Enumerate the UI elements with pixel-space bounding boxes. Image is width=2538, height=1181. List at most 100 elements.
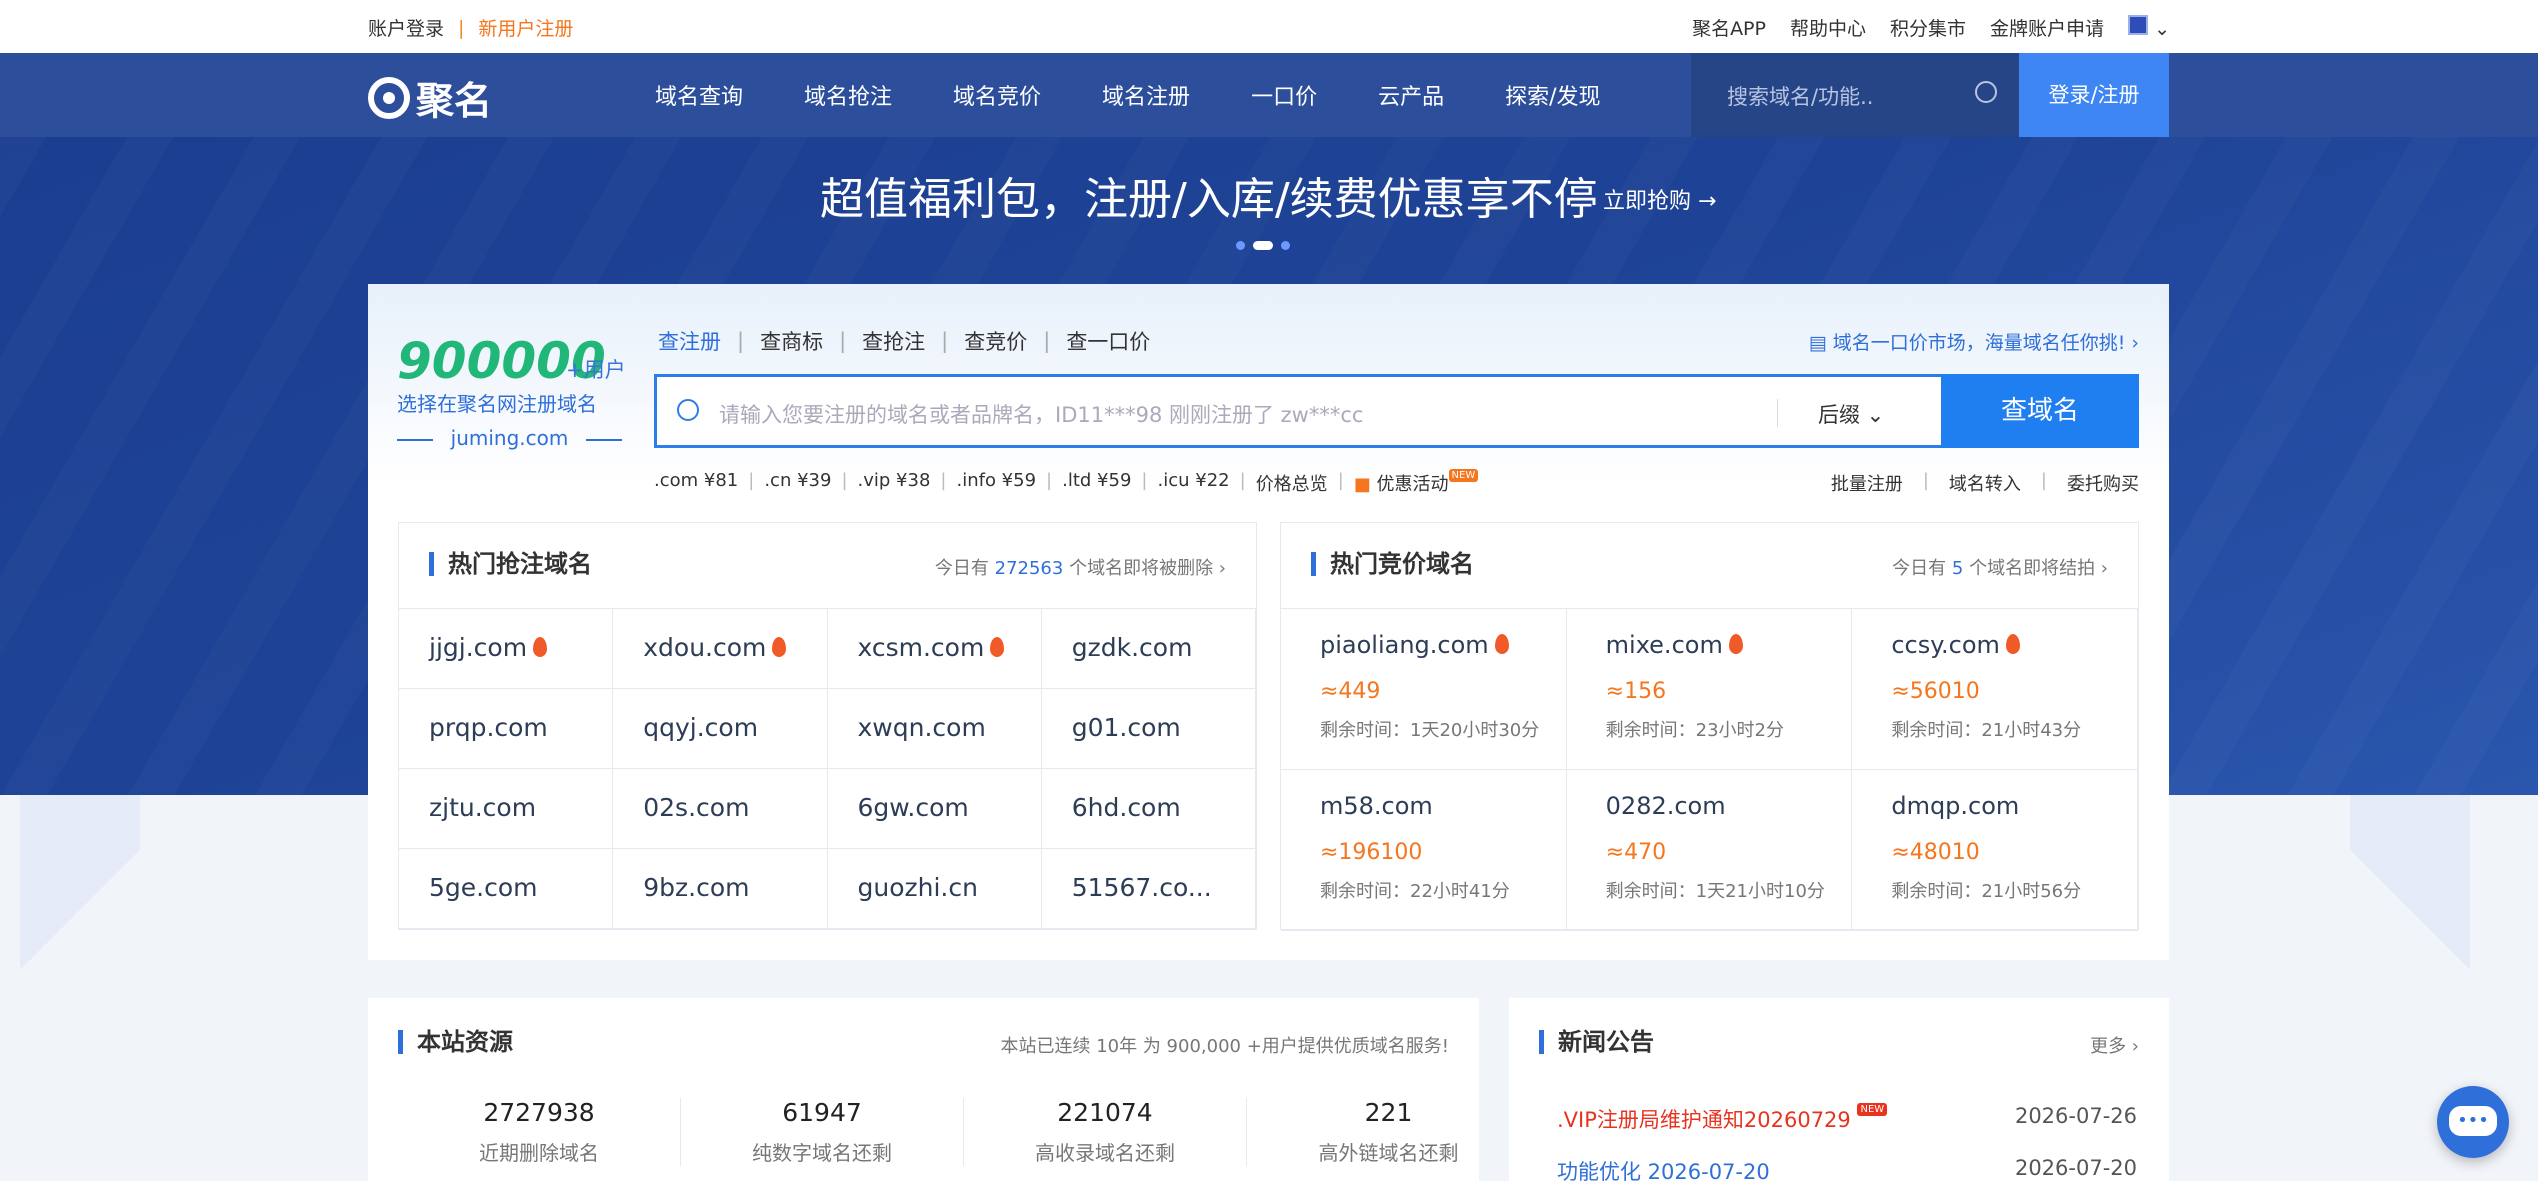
logo[interactable]: 聚名 — [368, 70, 492, 125]
banner-title[interactable]: 超值福利包，注册/入库/续费优惠享不停 — [820, 163, 1598, 227]
suffix-select[interactable]: 后缀 ⌄ — [1777, 399, 1884, 427]
search-icon — [677, 399, 699, 421]
price-cn[interactable]: .cn ¥39 — [764, 470, 831, 496]
app-link[interactable]: 聚名APP — [1692, 14, 1766, 41]
carousel-dot-active[interactable] — [1253, 241, 1273, 250]
domain-search-input[interactable]: 请输入您要注册的域名或者品牌名，ID11***98 刚刚注册了 zw***cc … — [654, 374, 2139, 448]
divider: | — [458, 16, 465, 39]
tab-register[interactable]: 查注册 — [658, 326, 721, 356]
snap-domain[interactable]: 02s.com — [613, 769, 828, 849]
snap-domain[interactable]: qqyj.com — [613, 689, 828, 769]
hot-bid-more[interactable]: 今日有 5 个域名即将结拍 › — [1892, 554, 2108, 580]
snap-domain[interactable]: jjgj.com — [399, 609, 614, 689]
nav-domain-bid[interactable]: 域名竞价 — [953, 79, 1041, 111]
account-login-link[interactable]: 账户登录 — [368, 14, 444, 41]
snap-domain[interactable]: zjtu.com — [399, 769, 614, 849]
price-list: .com ¥81 | .cn ¥39 | .vip ¥38 | .info ¥59 | … — [654, 469, 1479, 496]
gold-account-link[interactable]: 金牌账户申请 — [1990, 14, 2104, 41]
snap-domain[interactable]: g01.com — [1041, 689, 1256, 769]
new-badge: NEW — [1448, 469, 1479, 482]
logo-icon — [368, 76, 410, 119]
nav-fixed-price[interactable]: 一口价 — [1251, 79, 1317, 111]
price-ltd[interactable]: .ltd ¥59 — [1062, 470, 1131, 496]
carousel-dot[interactable] — [1281, 241, 1290, 250]
snap-domain[interactable]: 9bz.com — [613, 849, 828, 929]
register-link[interactable]: 新用户注册 — [478, 14, 573, 41]
market-promo-link[interactable]: ▤ 域名一口价市场，海量域名任你挑! › — [1809, 328, 2139, 355]
price-info[interactable]: .info ¥59 — [956, 470, 1036, 496]
site-url: juming.com — [397, 426, 622, 450]
decor-chevron — [20, 795, 140, 1025]
chat-icon[interactable] — [2437, 1086, 2509, 1158]
tab-bid[interactable]: 查竞价 — [964, 326, 1027, 356]
resources-note: 本站已连续 10年 为 900,000 +用户提供优质域名服务! — [1000, 1036, 1449, 1057]
user-count-suffix: +用户 — [566, 358, 626, 382]
bulk-register-link[interactable]: 批量注册 — [1831, 470, 1903, 496]
hot-bid-title: 热门竞价域名 — [1311, 552, 1474, 576]
fire-icon — [533, 637, 548, 657]
nav-search-input[interactable]: 搜索域名/功能.. — [1691, 53, 2019, 137]
nav-cloud[interactable]: 云产品 — [1378, 79, 1444, 111]
snap-domain[interactable]: prqp.com — [399, 689, 614, 769]
snap-domain[interactable]: xcsm.com — [827, 609, 1042, 689]
news-more-link[interactable]: 更多 › — [2090, 1032, 2139, 1058]
search-tabs: 查注册 | 查商标 | 查抢注 | 查竞价 | 查一口价 — [658, 326, 1166, 356]
snap-domain[interactable]: xwqn.com — [827, 689, 1042, 769]
bid-item[interactable]: mixe.com ≈156 剩余时间：23小时2分 — [1566, 609, 1853, 770]
login-register-button[interactable]: 登录/注册 — [2019, 53, 2169, 137]
nav-explore[interactable]: 探索/发现 — [1505, 79, 1600, 111]
stat-indexed[interactable]: 221074 高收录域名还剩 — [964, 1098, 1247, 1166]
document-icon: ▤ — [1808, 332, 1833, 354]
search-domain-button[interactable]: 查域名 — [1941, 374, 2139, 448]
carousel-dot[interactable] — [1236, 241, 1245, 250]
entrust-buy-link[interactable]: 委托购买 — [2067, 470, 2139, 496]
resources-title: 本站资源 — [398, 1030, 513, 1054]
snap-domain[interactable]: gzdk.com — [1041, 609, 1256, 689]
hot-bid-panel: 热门竞价域名 今日有 5 个域名即将结拍 › piaoliang.com ≈449… — [1280, 522, 2139, 931]
help-link[interactable]: 帮助中心 — [1790, 14, 1866, 41]
snap-domain[interactable]: xdou.com — [613, 609, 828, 689]
bid-item[interactable]: m58.com ≈196100 剩余时间：22小时41分 — [1281, 770, 1567, 931]
news-item[interactable]: 功能优化 2026-07-20 2026-07-20 — [1557, 1156, 2137, 1181]
bid-item[interactable]: 0282.com ≈470 剩余时间：1天21小时10分 — [1566, 770, 1853, 931]
search-card: 900000 +用户 选择在聚名网注册域名 juming.com 查注册 | 查商… — [368, 284, 2169, 960]
tab-fixed-price[interactable]: 查一口价 — [1066, 326, 1150, 356]
main-nav: 聚名 域名查询 域名抢注 域名竞价 域名注册 一口价 云产品 探索/发现 搜索域… — [0, 53, 2538, 137]
nav-search-placeholder: 搜索域名/功能.. — [1727, 85, 1874, 109]
nav-domain-register[interactable]: 域名注册 — [1102, 79, 1190, 111]
bid-item[interactable]: piaoliang.com ≈449 剩余时间：1天20小时30分 — [1281, 609, 1567, 770]
logo-text: 聚名 — [416, 79, 493, 123]
banner-buy-link[interactable]: 立即抢购 → — [1603, 183, 1716, 215]
fire-icon — [990, 637, 1005, 657]
bid-item[interactable]: ccsy.com ≈56010 剩余时间：21小时43分 — [1852, 609, 2138, 770]
news-item[interactable]: .VIP注册局维护通知20260729 NEW 2026-07-26 — [1557, 1103, 2137, 1134]
snap-domain[interactable]: 5ge.com — [399, 849, 614, 929]
fire-icon — [2005, 634, 2020, 654]
promotion-link[interactable]: ■ 优惠活动 NEW — [1354, 469, 1479, 496]
domain-transfer-link[interactable]: 域名转入 — [1949, 470, 2021, 496]
price-overview-link[interactable]: 价格总览 — [1256, 470, 1328, 496]
suffix-label: 后缀 — [1818, 403, 1860, 427]
stat-deleted[interactable]: 2727938 近期删除域名 — [398, 1098, 681, 1166]
price-vip[interactable]: .vip ¥38 — [858, 470, 931, 496]
slogan: 选择在聚名网注册域名 — [397, 392, 597, 416]
snap-domain[interactable]: 51567.co... — [1041, 849, 1256, 929]
points-link[interactable]: 积分集市 — [1890, 14, 1966, 41]
news-title: 新闻公告 — [1539, 1030, 1654, 1054]
stat-numeric[interactable]: 61947 纯数字域名还剩 — [681, 1098, 964, 1166]
bid-item[interactable]: dmqp.com ≈48010 剩余时间：21小时56分 — [1852, 770, 2138, 931]
hot-snap-more[interactable]: 今日有 272563 个域名即将被删除 › — [935, 554, 1226, 580]
stat-backlinks[interactable]: 221 高外链域名还剩 — [1247, 1098, 1530, 1166]
decor-chevron — [2350, 795, 2470, 1025]
tab-snap[interactable]: 查抢注 — [862, 326, 925, 356]
snap-domain[interactable]: 6hd.com — [1041, 769, 1256, 849]
snap-domain[interactable]: 6gw.com — [827, 769, 1042, 849]
snap-domain[interactable]: guozhi.cn — [827, 849, 1042, 929]
search-icon[interactable] — [1975, 81, 1997, 103]
tab-trademark[interactable]: 查商标 — [760, 326, 823, 356]
price-com[interactable]: .com ¥81 — [654, 470, 738, 496]
price-icu[interactable]: .icu ¥22 — [1158, 470, 1230, 496]
language-flag-icon[interactable]: ⌄ — [2128, 15, 2170, 40]
nav-domain-query[interactable]: 域名查询 — [655, 79, 743, 111]
nav-domain-snap[interactable]: 域名抢注 — [804, 79, 892, 111]
